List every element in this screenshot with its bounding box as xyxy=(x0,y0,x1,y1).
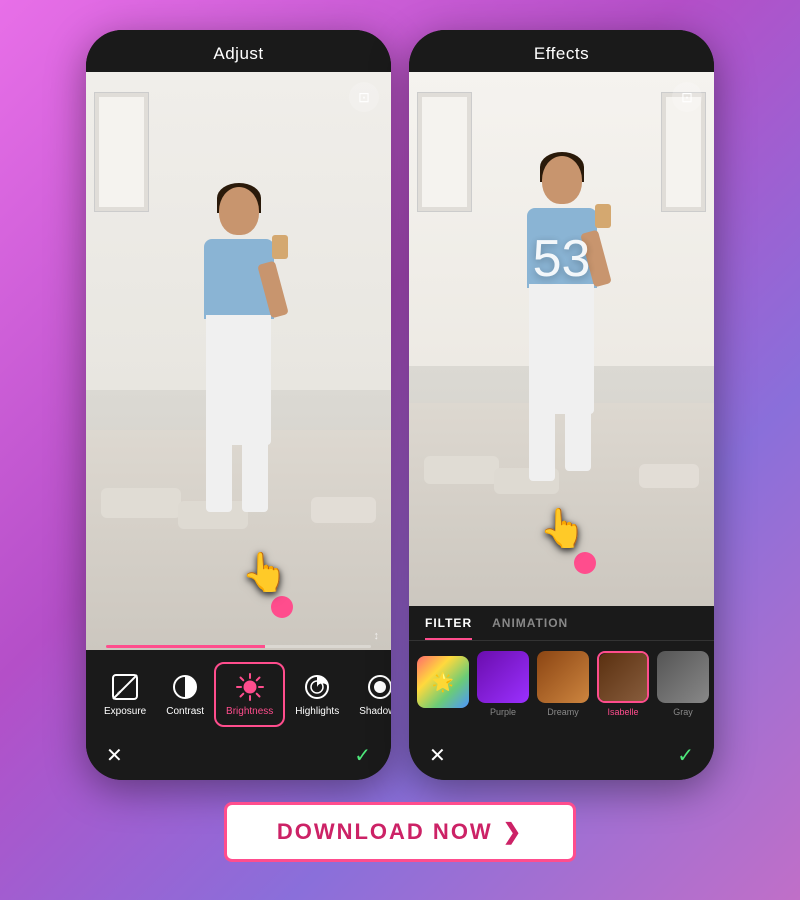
filter-dreamy[interactable]: Dreamy xyxy=(537,651,589,717)
left-compare-icon[interactable]: ⊡ xyxy=(349,82,379,112)
gray-thumb xyxy=(657,651,709,703)
woman-phone-right xyxy=(595,204,611,228)
shelf-inner-r2 xyxy=(666,97,701,207)
adjust-shadows[interactable]: Shadows xyxy=(349,664,391,725)
tab-animation[interactable]: ANIMATION xyxy=(492,616,568,640)
adjust-toolbar: + Exposure Contrast xyxy=(86,650,391,780)
filter-purple[interactable]: Purple xyxy=(477,651,529,717)
special-thumb: 🌟 xyxy=(417,656,469,708)
woman-leg-right-l xyxy=(529,401,555,481)
right-confirm-btn[interactable]: ✓ xyxy=(677,743,694,768)
contrast-label: Contrast xyxy=(166,706,204,717)
filter-gray[interactable]: Gray xyxy=(657,651,709,717)
filter-isabelle[interactable]: Isabelle xyxy=(597,651,649,717)
woman-figure-right xyxy=(507,156,617,446)
left-phone: Adjust xyxy=(86,30,391,780)
right-toolbar-actions: ✕ ✓ xyxy=(409,733,714,780)
right-phone: Effects xyxy=(409,30,714,780)
dreamy-face xyxy=(537,651,589,703)
isabelle-face xyxy=(599,653,649,703)
gray-label: Gray xyxy=(673,707,693,717)
woman-head-right xyxy=(542,156,582,204)
woman-leg-left-r xyxy=(242,442,268,512)
download-button[interactable]: DOWNLOAD NOW ❯ xyxy=(224,802,576,862)
left-confirm-btn[interactable]: ✓ xyxy=(354,743,371,768)
right-photo-area: ⊡ 53 👆 xyxy=(409,72,714,606)
filter-special[interactable]: 🌟 xyxy=(417,656,469,712)
highlights-icon xyxy=(302,672,332,702)
isabelle-thumb xyxy=(597,651,649,703)
shadows-icon xyxy=(365,672,391,702)
shelf-inner-r xyxy=(422,97,467,207)
highlights-label: Highlights xyxy=(295,706,339,717)
right-phone-header: Effects xyxy=(409,30,714,72)
isabelle-label: Isabelle xyxy=(607,707,638,717)
left-hand-cursor: 👆 xyxy=(241,551,288,595)
brightness-label: Brightness xyxy=(226,706,273,717)
shadows-label: Shadows xyxy=(359,706,391,717)
adjustment-line xyxy=(106,645,371,648)
left-pink-circle xyxy=(271,596,293,618)
exposure-icon: + xyxy=(110,672,140,702)
svg-text:+: + xyxy=(117,690,121,697)
pillow3 xyxy=(311,497,376,523)
purple-face xyxy=(477,651,529,703)
rpillow3 xyxy=(639,464,699,488)
filter-tabs: FILTER ANIMATION xyxy=(409,606,714,641)
right-pink-circle xyxy=(574,552,596,574)
dreamy-thumb xyxy=(537,651,589,703)
adjust-highlights[interactable]: Highlights xyxy=(285,664,349,725)
left-value-indicator: ↕ xyxy=(374,630,380,642)
woman-pants-left xyxy=(206,315,271,445)
adjust-exposure[interactable]: + Exposure xyxy=(94,664,156,725)
right-compare-icon[interactable]: ⊡ xyxy=(672,82,702,112)
left-cancel-btn[interactable]: ✕ xyxy=(106,743,123,768)
brightness-icon xyxy=(235,672,265,702)
left-photo-area: ⊡ 👆 ↕ xyxy=(86,72,391,650)
shelf-inner xyxy=(99,97,144,207)
woman-phone-left xyxy=(272,235,288,259)
woman-head-left xyxy=(219,187,259,235)
adjust-icons-row: + Exposure Contrast xyxy=(86,662,391,727)
right-hand-cursor: 👆 xyxy=(539,507,586,551)
download-arrow: ❯ xyxy=(503,819,523,845)
woman-figure-left xyxy=(184,187,294,477)
woman-pants-right xyxy=(529,284,594,414)
left-toolbar-actions: ✕ ✓ xyxy=(86,733,391,780)
adjust-brightness[interactable]: Brightness xyxy=(214,662,285,727)
contrast-icon xyxy=(170,672,200,702)
woman-leg-right-r xyxy=(565,401,591,471)
woman-leg-left-l xyxy=(206,432,232,512)
shelf-right-left xyxy=(417,92,472,212)
filter-items-row: 🌟 Purple Dreamy xyxy=(409,641,714,727)
exposure-label: Exposure xyxy=(104,706,146,717)
effects-toolbar: FILTER ANIMATION 🌟 Purple xyxy=(409,606,714,780)
gray-face xyxy=(657,651,709,703)
left-phone-header: Adjust xyxy=(86,30,391,72)
purple-label: Purple xyxy=(490,707,516,717)
download-section: DOWNLOAD NOW ❯ xyxy=(224,802,576,862)
shelf-left xyxy=(94,92,149,212)
tab-filter[interactable]: FILTER xyxy=(425,616,472,640)
download-text: DOWNLOAD NOW xyxy=(277,819,493,845)
rpillow1 xyxy=(424,456,499,484)
left-photo-composite: ⊡ 👆 ↕ xyxy=(86,72,391,650)
phones-container: Adjust xyxy=(86,30,714,780)
purple-thumb xyxy=(477,651,529,703)
dreamy-label: Dreamy xyxy=(547,707,579,717)
adjust-contrast[interactable]: Contrast xyxy=(156,664,214,725)
right-cancel-btn[interactable]: ✕ xyxy=(429,743,446,768)
right-photo-composite: ⊡ 53 👆 xyxy=(409,72,714,606)
effects-value-overlay: 53 xyxy=(533,229,591,289)
pillow1 xyxy=(101,488,181,518)
